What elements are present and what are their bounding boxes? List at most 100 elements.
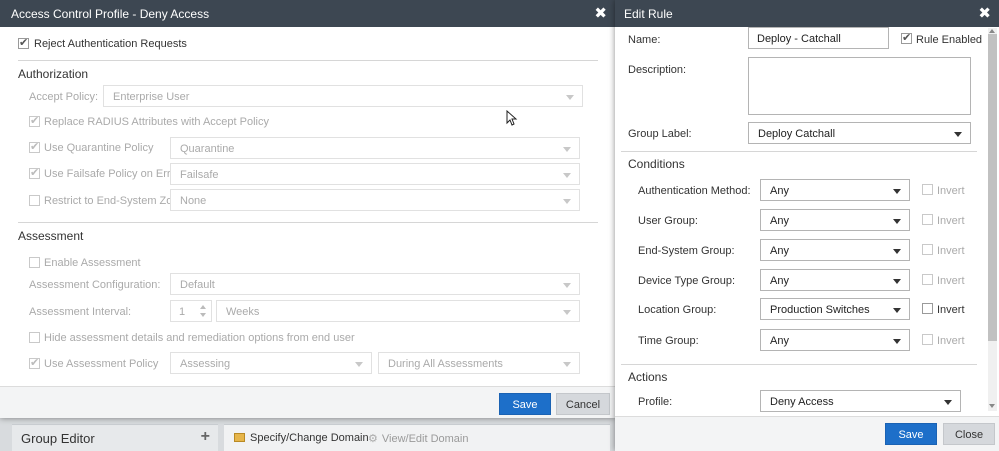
end-system-group-select[interactable]: Any <box>760 239 910 261</box>
dialog-footer <box>615 416 999 451</box>
chevron-down-icon <box>893 219 901 224</box>
quarantine-select[interactable]: Quarantine <box>170 137 580 159</box>
check-icon: ✔ <box>30 357 40 369</box>
profile-select[interactable]: Deny Access <box>760 390 961 412</box>
chevron-down-icon[interactable] <box>200 313 206 317</box>
invert-checkbox[interactable] <box>922 184 933 195</box>
invert-checkbox[interactable] <box>922 303 933 314</box>
group-label-label: Group Label: <box>628 128 692 140</box>
divider <box>18 60 598 61</box>
close-button[interactable]: Close <box>943 423 995 445</box>
assessment-config-select[interactable]: Default <box>170 273 580 295</box>
name-input[interactable]: Deploy - Catchall <box>748 27 889 49</box>
enable-assessment-checkbox[interactable] <box>29 257 40 268</box>
specify-domain-button[interactable]: Specify/Change Domain <box>234 432 369 444</box>
assessment-interval-unit-select[interactable]: Weeks <box>216 300 580 322</box>
invert-checkbox[interactable] <box>922 334 933 345</box>
chevron-down-icon <box>893 249 901 254</box>
chevron-down-icon <box>355 362 363 367</box>
group-label-select[interactable]: Deploy Catchall <box>748 122 971 144</box>
condition-label: End-System Group: <box>638 245 735 257</box>
group-editor-label: Group Editor <box>21 431 95 446</box>
description-label: Description: <box>628 64 687 76</box>
actions-heading: Actions <box>628 370 668 384</box>
view-domain-button[interactable]: ⚙ View/Edit Domain <box>368 432 469 445</box>
conditions-heading: Conditions <box>628 157 685 171</box>
rule-enabled-label: Rule Enabled <box>916 34 983 46</box>
scrollbar-thumb[interactable] <box>988 34 997 341</box>
time-group-select[interactable]: Any <box>760 329 910 351</box>
add-group-icon[interactable]: + <box>201 428 210 446</box>
chevron-down-icon <box>563 362 571 367</box>
chevron-down-icon <box>893 308 901 313</box>
chevron-down-icon <box>563 283 571 288</box>
close-icon[interactable]: ✖ <box>978 4 991 22</box>
assessment-interval-label: Assessment Interval: <box>29 306 132 318</box>
reject-auth-checkbox[interactable]: ✔ <box>18 37 29 49</box>
authorization-heading: Authorization <box>18 67 89 81</box>
divider <box>18 222 598 223</box>
assessment-heading: Assessment <box>18 229 84 243</box>
invert-checkbox[interactable] <box>922 244 933 255</box>
group-editor-panel[interactable]: Group Editor + <box>12 424 218 451</box>
condition-label: Location Group: <box>638 304 717 316</box>
device-type-group-select[interactable]: Any <box>760 269 910 291</box>
chevron-down-icon <box>566 95 574 100</box>
cancel-button[interactable]: Cancel <box>556 393 610 415</box>
folder-icon <box>234 433 245 442</box>
chevron-down-icon <box>893 339 901 344</box>
chevron-down-icon <box>893 279 901 284</box>
invert-checkbox[interactable] <box>922 274 933 285</box>
check-icon: ✔ <box>902 32 912 44</box>
scroll-up-icon[interactable] <box>989 29 995 33</box>
domain-toolbar: Specify/Change Domain ⚙ View/Edit Domain <box>224 424 610 451</box>
dialog-title: Access Control Profile - Deny Access <box>11 7 210 21</box>
assessment-config-label: Assessment Configuration: <box>29 279 161 291</box>
chevron-up-icon[interactable] <box>200 305 206 309</box>
invert-checkbox[interactable] <box>922 214 933 225</box>
name-label: Name: <box>628 34 661 46</box>
condition-label: Device Type Group: <box>638 275 736 287</box>
assessment-when-select[interactable]: During All Assessments <box>378 352 580 374</box>
divider <box>621 151 977 152</box>
location-group-select[interactable]: Production Switches <box>760 298 910 320</box>
scroll-down-icon[interactable] <box>989 404 995 408</box>
assessment-policy-checkbox[interactable]: ✔ <box>29 357 40 369</box>
reject-auth-label: Reject Authentication Requests <box>34 38 187 50</box>
accept-policy-select[interactable]: Enterprise User <box>103 85 583 107</box>
chevron-down-icon <box>563 173 571 178</box>
edit-rule-dialog: Edit Rule ✖ Name: Deploy - Catchall ✔ Ru… <box>615 0 999 451</box>
enable-assessment-label: Enable Assessment <box>44 257 141 269</box>
assessment-interval-stepper[interactable]: 1 <box>170 300 212 322</box>
access-control-profile-dialog: Access Control Profile - Deny Access ✖ ✔… <box>0 0 615 418</box>
chevron-down-icon <box>563 310 571 315</box>
description-textarea[interactable] <box>748 57 971 115</box>
invert-label: Invert <box>937 304 965 316</box>
replace-radius-label: Replace RADIUS Attributes with Accept Po… <box>44 116 269 128</box>
assessment-policy-select[interactable]: Assessing <box>170 352 372 374</box>
failsafe-label: Use Failsafe Policy on Error <box>44 168 181 180</box>
invert-label: Invert <box>937 215 965 227</box>
divider <box>621 364 977 365</box>
restrict-zone-checkbox[interactable] <box>29 195 40 206</box>
assessment-policy-label: Use Assessment Policy <box>44 358 159 370</box>
user-group-select[interactable]: Any <box>760 209 910 231</box>
failsafe-select[interactable]: Failsafe <box>170 163 580 185</box>
condition-label: Time Group: <box>638 335 699 347</box>
restrict-zone-select[interactable]: None <box>170 189 580 211</box>
dialog-header: Edit Rule ✖ <box>615 0 999 27</box>
quarantine-checkbox[interactable]: ✔ <box>29 141 40 153</box>
replace-radius-checkbox[interactable]: ✔ <box>29 115 40 127</box>
profile-label: Profile: <box>638 396 673 408</box>
hide-details-checkbox[interactable] <box>29 332 40 343</box>
quarantine-label: Use Quarantine Policy <box>44 142 154 154</box>
save-button[interactable]: Save <box>499 393 551 415</box>
failsafe-checkbox[interactable]: ✔ <box>29 167 40 179</box>
close-icon[interactable]: ✖ <box>594 4 607 22</box>
gear-icon: ⚙ <box>368 433 378 445</box>
rule-enabled-checkbox[interactable]: ✔ <box>901 32 912 44</box>
invert-label: Invert <box>937 185 965 197</box>
authentication-method-select[interactable]: Any <box>760 179 910 201</box>
save-button[interactable]: Save <box>885 423 937 445</box>
chevron-down-icon <box>944 400 952 405</box>
